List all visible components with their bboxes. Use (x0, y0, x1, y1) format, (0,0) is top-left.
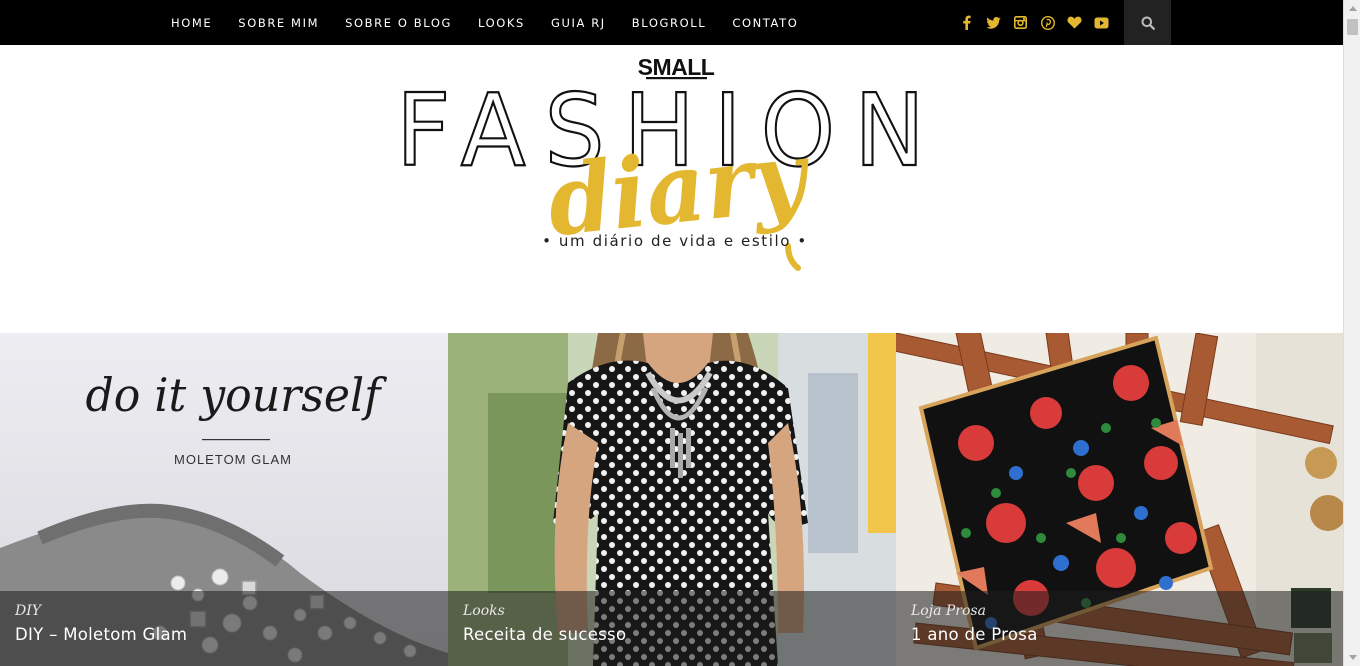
post-caption: Looks Receita de sucesso (448, 591, 896, 666)
instagram-icon[interactable] (1012, 14, 1029, 31)
diy-image-script-text: do it yourself (86, 368, 388, 422)
twitter-icon[interactable] (985, 14, 1002, 31)
site-logo[interactable]: SMALL FASHION diary • um diário de vida … (380, 50, 960, 290)
nav-sobre-o-blog[interactable]: SOBRE O BLOG (332, 16, 465, 30)
post-caption: Loja Prosa 1 ano de Prosa (896, 591, 1343, 666)
nav-blogroll[interactable]: BLOGROLL (619, 16, 720, 30)
nav-sobre-mim[interactable]: SOBRE MIM (225, 16, 332, 30)
featured-posts-slider: do it yourself MOLETOM GLAM DIY DIY – Mo… (0, 333, 1343, 666)
scroll-down-arrow-icon[interactable] (1344, 649, 1360, 666)
scroll-up-arrow-icon[interactable] (1344, 0, 1360, 17)
search-icon (1141, 16, 1155, 30)
search-button[interactable] (1124, 0, 1171, 45)
pinterest-icon[interactable] (1039, 14, 1056, 31)
post-category[interactable]: Looks (463, 603, 881, 619)
youtube-icon[interactable] (1093, 14, 1110, 31)
bloglovin-heart-icon[interactable] (1066, 14, 1083, 31)
post-title[interactable]: 1 ano de Prosa (911, 625, 1328, 644)
featured-post-card[interactable]: Loja Prosa 1 ano de Prosa (896, 333, 1343, 666)
post-title[interactable]: DIY – Moletom Glam (15, 625, 433, 644)
post-caption: DIY DIY – Moletom Glam (0, 591, 448, 666)
logo-tagline: • um diário de vida e estilo • (542, 232, 808, 250)
top-navigation-bar: HOME SOBRE MIM SOBRE O BLOG LOOKS GUIA R… (0, 0, 1343, 45)
nav-home[interactable]: HOME (158, 16, 225, 30)
nav-guia-rj[interactable]: GUIA RJ (538, 16, 619, 30)
page-scrollbar[interactable] (1343, 0, 1360, 666)
nav-looks[interactable]: LOOKS (465, 16, 538, 30)
post-title[interactable]: Receita de sucesso (463, 625, 881, 644)
featured-post-card[interactable]: do it yourself MOLETOM GLAM DIY DIY – Mo… (0, 333, 448, 666)
facebook-icon[interactable] (958, 14, 975, 31)
post-category[interactable]: DIY (15, 603, 433, 619)
scrollbar-thumb[interactable] (1347, 19, 1358, 35)
social-links (958, 0, 1110, 45)
diy-image-caps-text: MOLETOM GLAM (174, 452, 292, 467)
featured-post-card[interactable]: Looks Receita de sucesso (448, 333, 896, 666)
main-menu: HOME SOBRE MIM SOBRE O BLOG LOOKS GUIA R… (158, 0, 811, 45)
post-category[interactable]: Loja Prosa (911, 603, 1328, 619)
nav-contato[interactable]: CONTATO (719, 16, 811, 30)
